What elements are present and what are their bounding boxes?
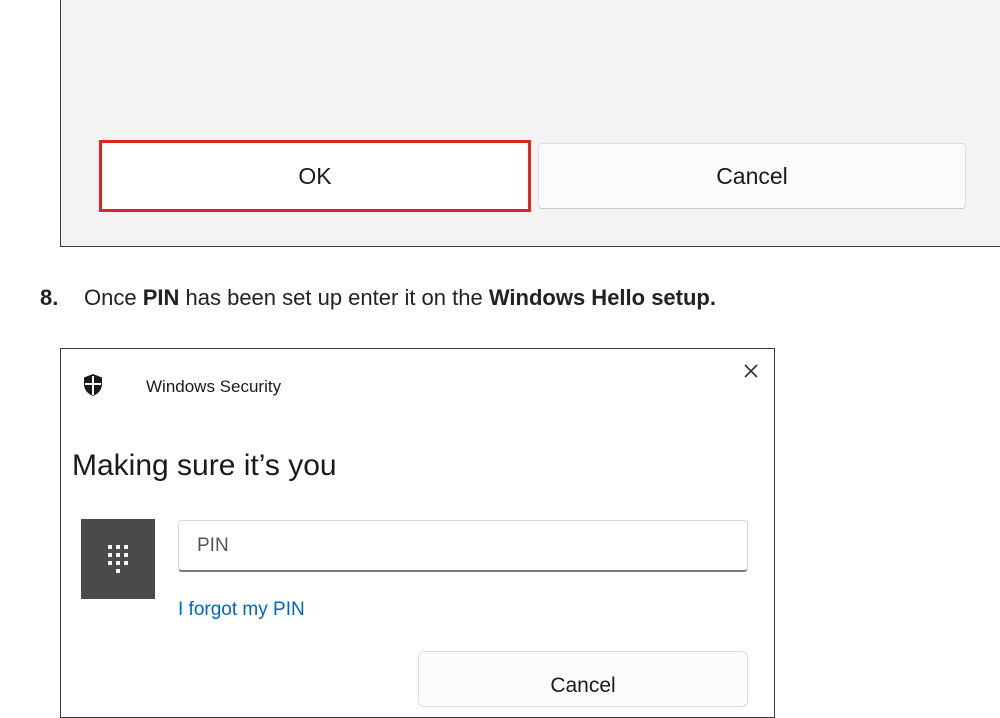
step-bold-windows-hello: Windows Hello setup. bbox=[488, 285, 716, 310]
step-number: 8. bbox=[40, 285, 59, 310]
close-icon[interactable] bbox=[741, 361, 761, 381]
step-text-before: Once bbox=[84, 285, 143, 310]
cancel-button-top-label: Cancel bbox=[716, 162, 788, 189]
pin-input[interactable] bbox=[178, 520, 748, 572]
window-title: Windows Security bbox=[146, 377, 282, 396]
cancel-button[interactable]: Cancel bbox=[418, 651, 748, 707]
ok-button[interactable]: OK bbox=[99, 140, 531, 212]
cancel-button-label: Cancel bbox=[550, 674, 616, 697]
step-text-middle: has been set up enter it on the bbox=[179, 285, 489, 310]
cancel-button-top[interactable]: Cancel bbox=[538, 143, 966, 209]
ok-button-label: OK bbox=[298, 162, 332, 189]
keypad-icon bbox=[108, 545, 128, 573]
step-bold-pin: PIN bbox=[142, 285, 180, 310]
keypad-tile bbox=[81, 519, 155, 599]
windows-security-dialog: Windows Security Making sure it’s you I … bbox=[60, 348, 775, 718]
instruction-step: 8. Once PIN has been set up enter it on t… bbox=[40, 285, 716, 311]
forgot-pin-link[interactable]: I forgot my PIN bbox=[178, 599, 305, 621]
dialog-heading: Making sure it’s you bbox=[72, 449, 337, 482]
shield-icon bbox=[84, 374, 102, 396]
